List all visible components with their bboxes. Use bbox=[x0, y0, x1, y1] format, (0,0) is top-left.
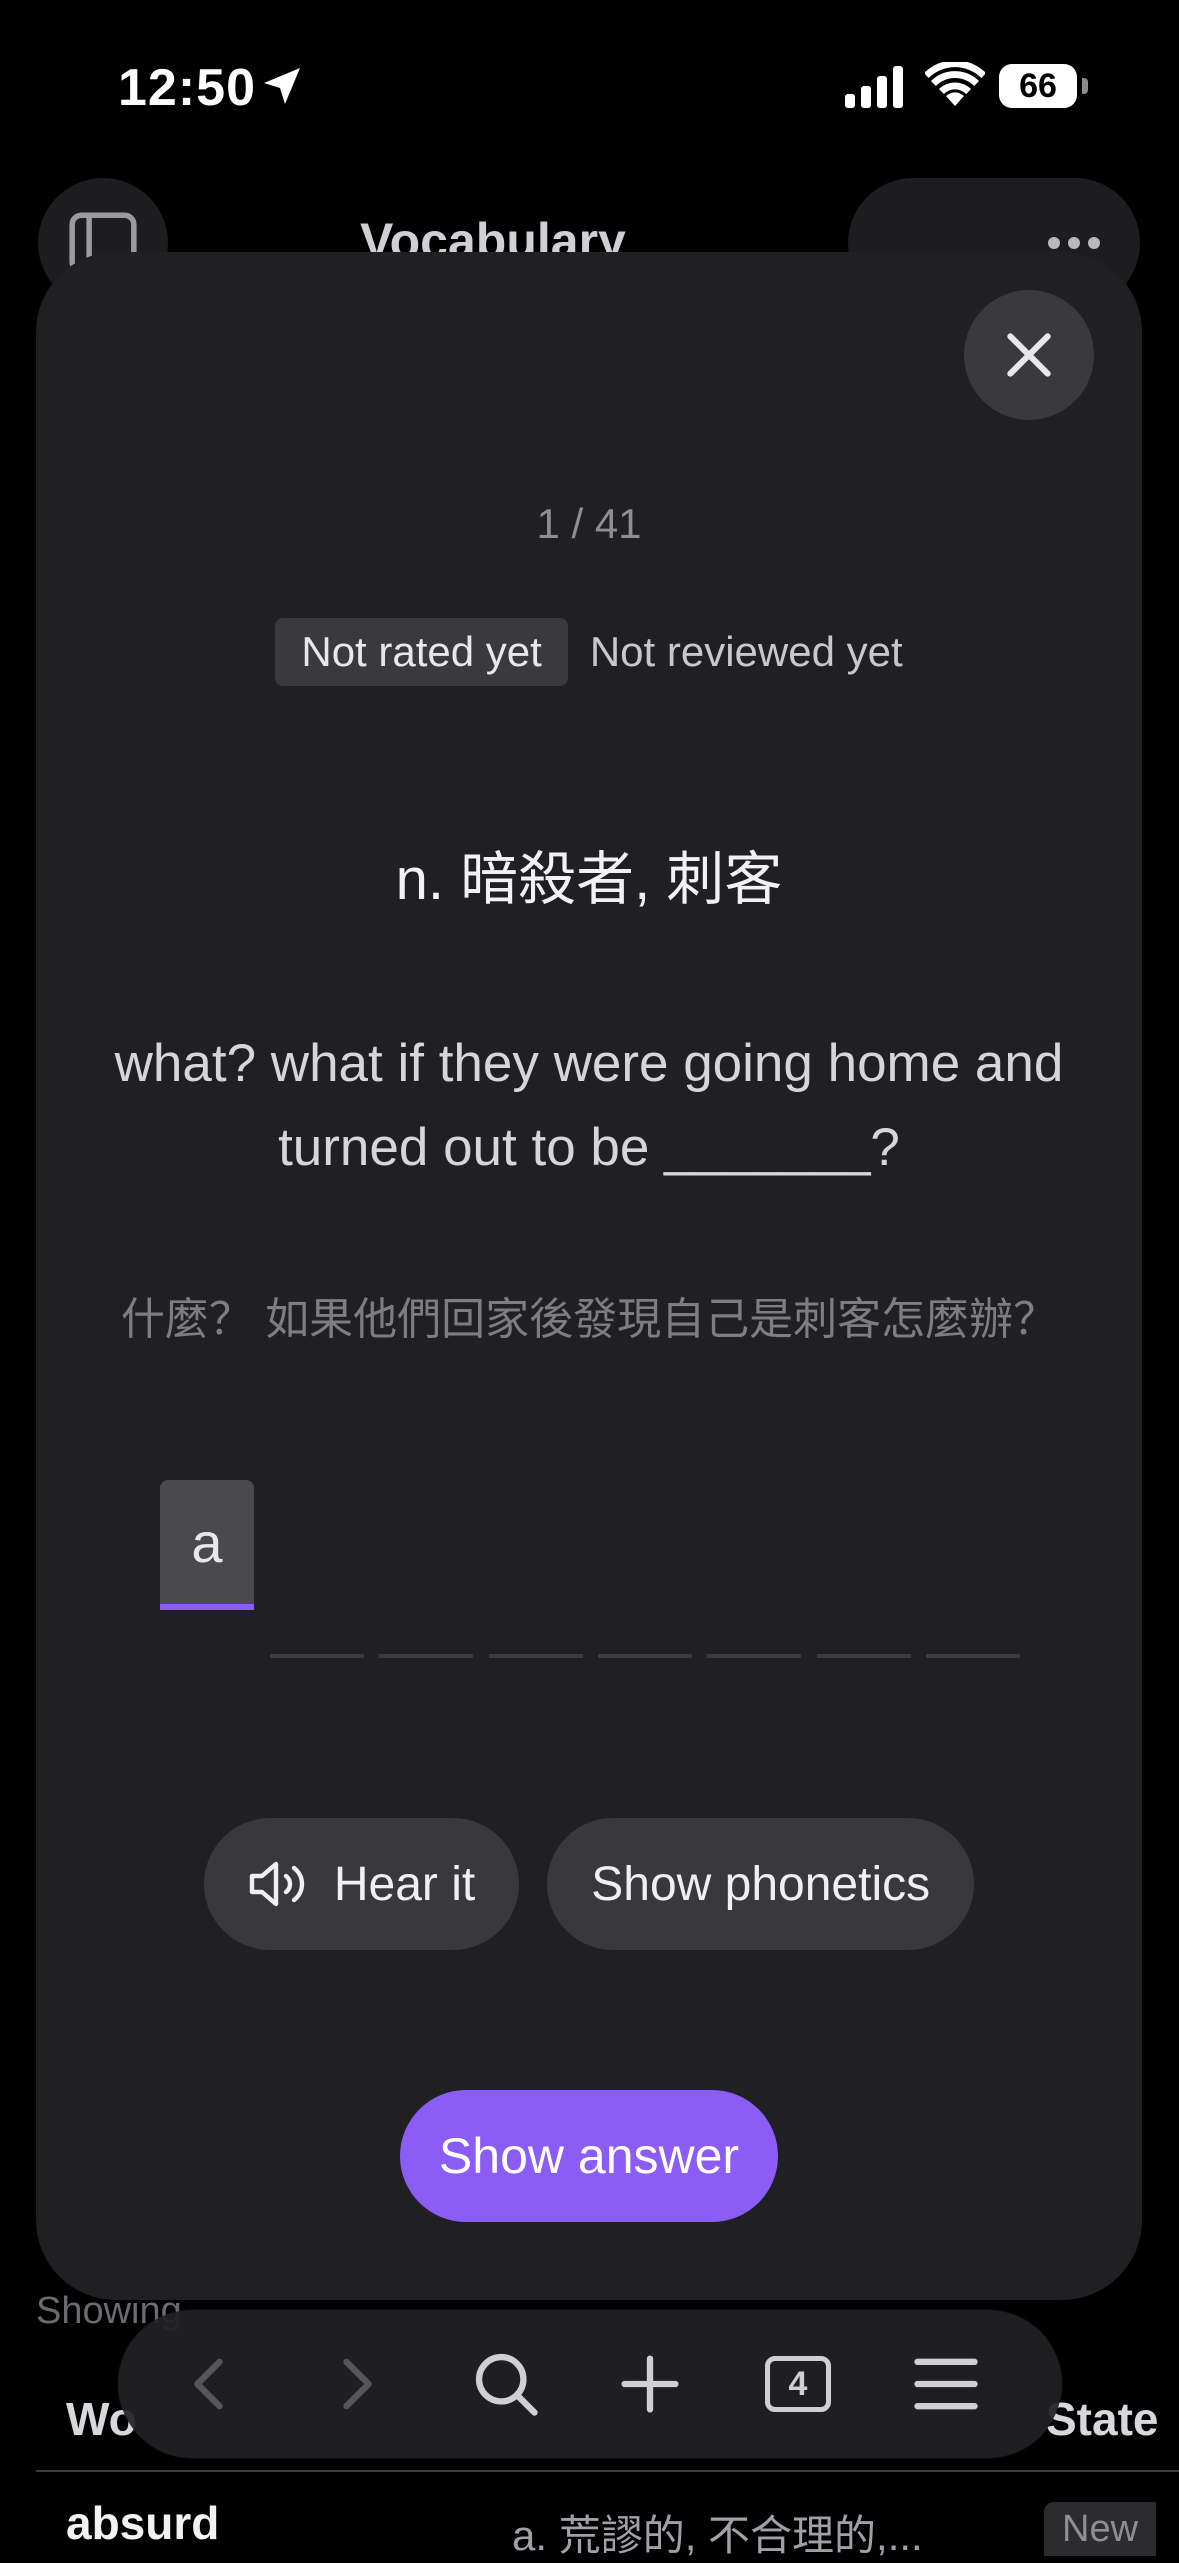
letter-slot[interactable] bbox=[817, 1580, 911, 1658]
chevron-right-icon bbox=[343, 2358, 372, 2410]
bottom-toolbar: 4 bbox=[118, 2310, 1062, 2458]
search-icon bbox=[475, 2353, 538, 2416]
letter-slot[interactable] bbox=[707, 1580, 801, 1658]
sentence-translation: 什麼？ 如果他們回家後發現自己是刺客怎麼辦？ bbox=[120, 1295, 1058, 1344]
close-button[interactable] bbox=[964, 290, 1094, 420]
review-status: Not reviewed yet bbox=[589, 628, 903, 675]
search-button[interactable] bbox=[464, 2342, 548, 2426]
word-definition: n. 暗殺者, 刺客 bbox=[395, 847, 783, 912]
letter-slot[interactable] bbox=[598, 1580, 692, 1658]
table-row-state-badge: New bbox=[1044, 2502, 1157, 2556]
close-icon bbox=[1007, 333, 1051, 377]
menu-button[interactable] bbox=[904, 2342, 988, 2426]
helper-actions: Hear it Show phonetics bbox=[36, 1818, 1142, 1950]
answer-letter-input[interactable]: a bbox=[160, 1480, 1020, 1660]
column-header-state: State bbox=[1046, 2393, 1159, 2445]
tabs-button[interactable]: 4 bbox=[756, 2342, 840, 2426]
letter-slot[interactable] bbox=[379, 1580, 473, 1658]
back-button[interactable] bbox=[168, 2342, 252, 2426]
table-row-definition: a. 荒謬的, 不合理的,... bbox=[512, 2512, 923, 2559]
letter-slot-value: a bbox=[160, 1480, 254, 1606]
hear-it-label: Hear it bbox=[333, 1857, 476, 1911]
new-tab-button[interactable] bbox=[608, 2342, 692, 2426]
hear-it-button[interactable]: Hear it bbox=[203, 1818, 520, 1950]
status-badges: Not rated yet Not reviewed yet bbox=[36, 618, 1142, 686]
letter-slot[interactable] bbox=[270, 1580, 364, 1658]
hamburger-menu-icon bbox=[914, 2358, 978, 2410]
example-sentence: what? what if they were going home and t… bbox=[114, 1034, 1064, 1177]
tab-count: 4 bbox=[765, 2356, 831, 2412]
plus-icon bbox=[621, 2355, 679, 2413]
speaker-icon bbox=[249, 1861, 305, 1907]
show-phonetics-button[interactable]: Show phonetics bbox=[547, 1818, 975, 1950]
letter-slot[interactable] bbox=[489, 1580, 583, 1658]
table-row-word[interactable]: absurd bbox=[66, 2496, 219, 2550]
rating-badge: Not rated yet bbox=[275, 618, 568, 686]
letter-slot[interactable] bbox=[926, 1580, 1020, 1658]
card-progress: 1 / 41 bbox=[536, 500, 642, 547]
show-answer-button[interactable]: Show answer bbox=[400, 2090, 778, 2222]
chevron-left-icon bbox=[194, 2358, 223, 2410]
letter-slot[interactable]: a bbox=[160, 1480, 254, 1610]
flashcard-modal: 1 / 41 Not rated yet Not reviewed yet n.… bbox=[36, 252, 1142, 2300]
forward-button[interactable] bbox=[314, 2342, 398, 2426]
show-phonetics-label: Show phonetics bbox=[591, 1857, 931, 1911]
table-divider bbox=[36, 2470, 1179, 2472]
